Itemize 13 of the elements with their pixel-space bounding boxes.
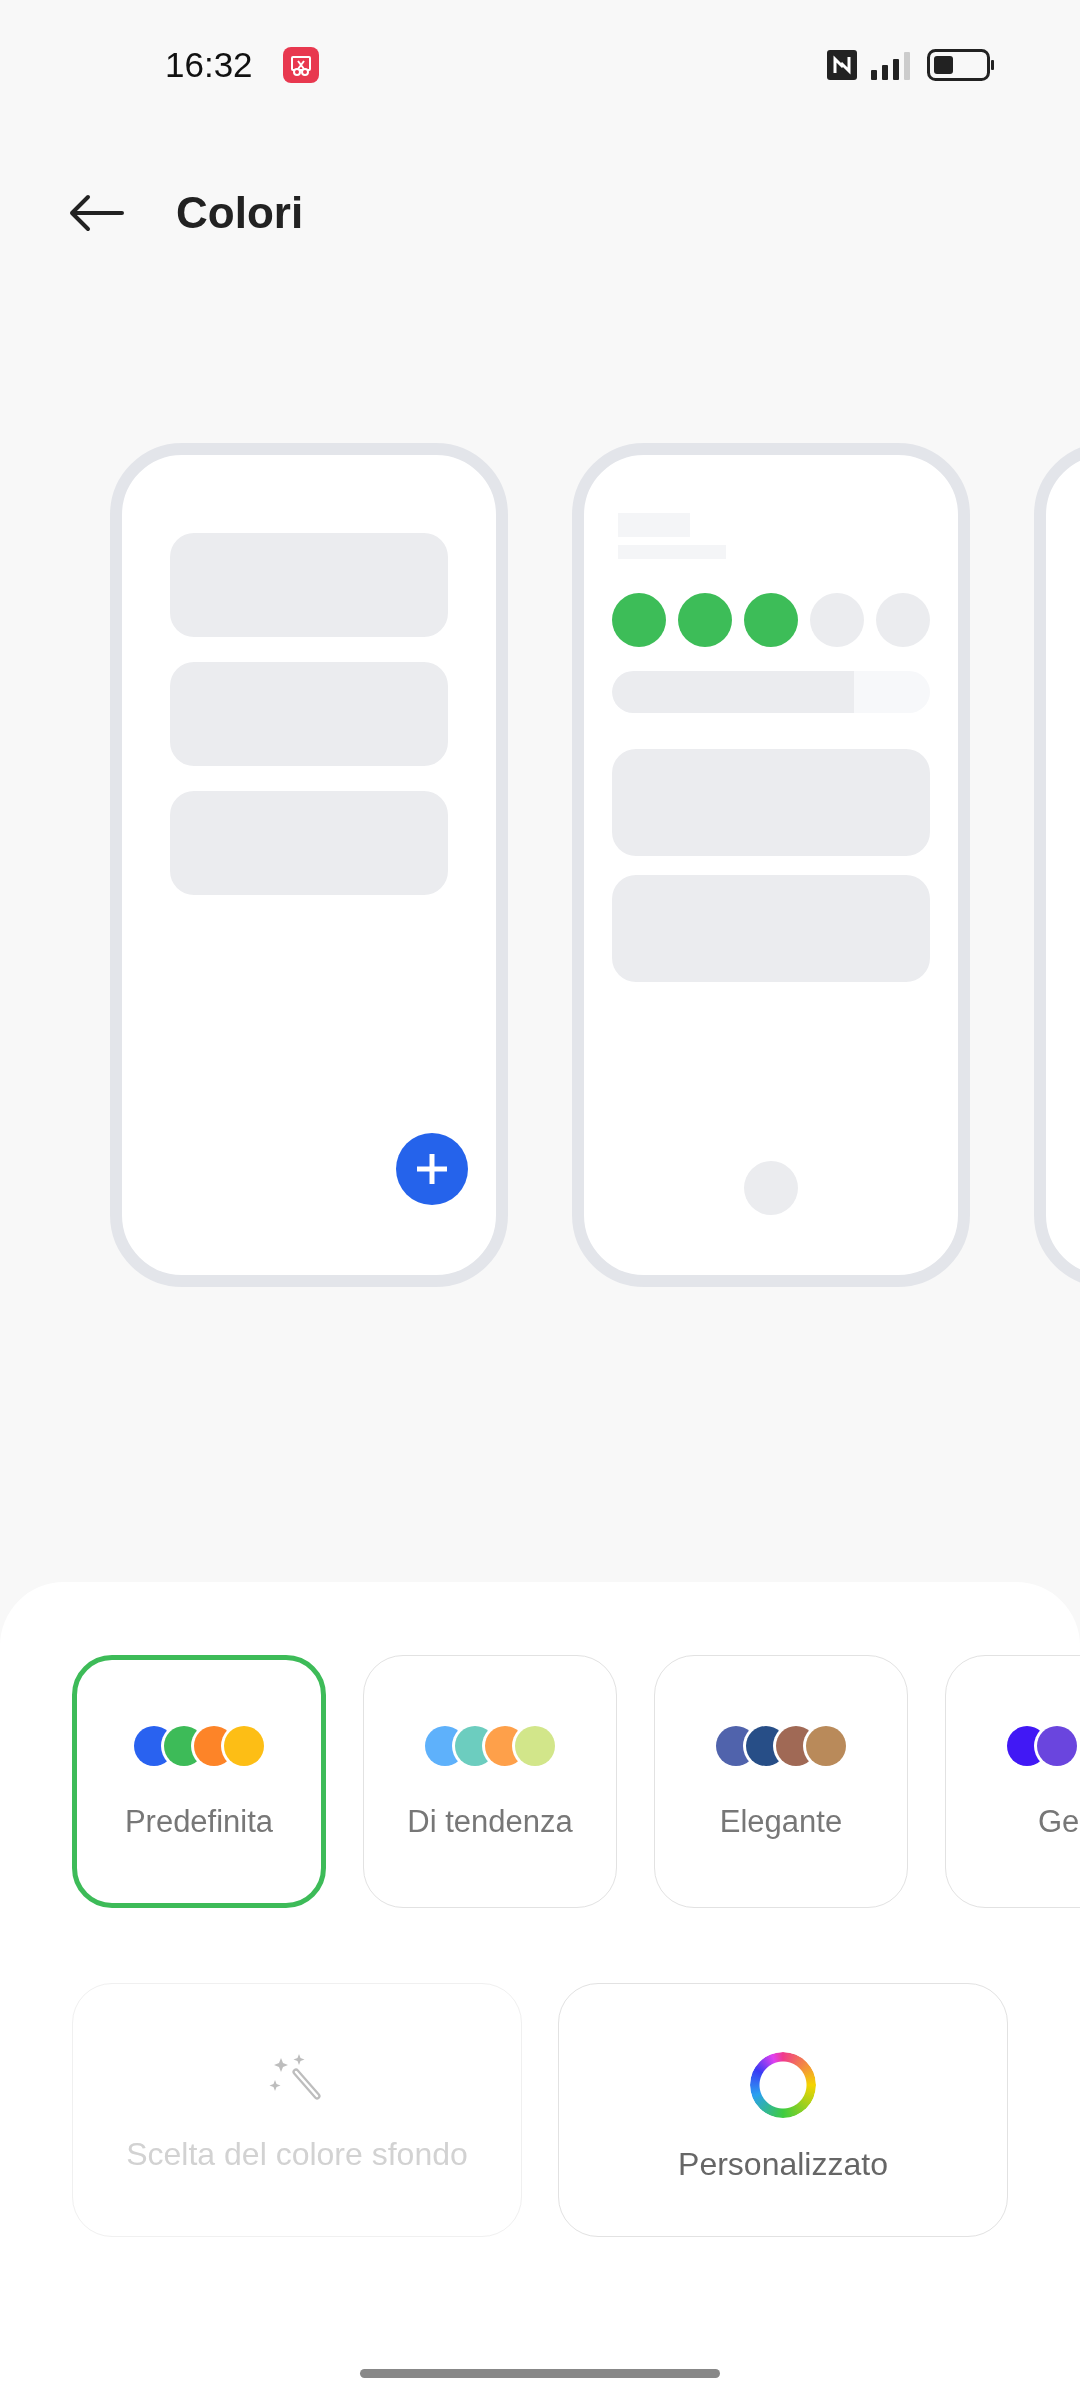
palette-option[interactable]: Ge [945, 1655, 1080, 1908]
nfc-icon [827, 50, 857, 80]
scissors-icon [282, 47, 319, 83]
back-button[interactable] [68, 192, 124, 233]
battery-icon [927, 49, 995, 81]
status-time: 16:32 [165, 45, 253, 85]
palette-option[interactable]: Predefinita [72, 1655, 326, 1908]
back-arrow-icon [68, 192, 124, 233]
palette-option[interactable]: Elegante [654, 1655, 908, 1908]
signal-icon [871, 50, 913, 80]
page-title: Colori [176, 187, 304, 238]
option-button[interactable]: Personalizzato [558, 1983, 1008, 2237]
palette-option[interactable]: Di tendenza [363, 1655, 617, 1908]
